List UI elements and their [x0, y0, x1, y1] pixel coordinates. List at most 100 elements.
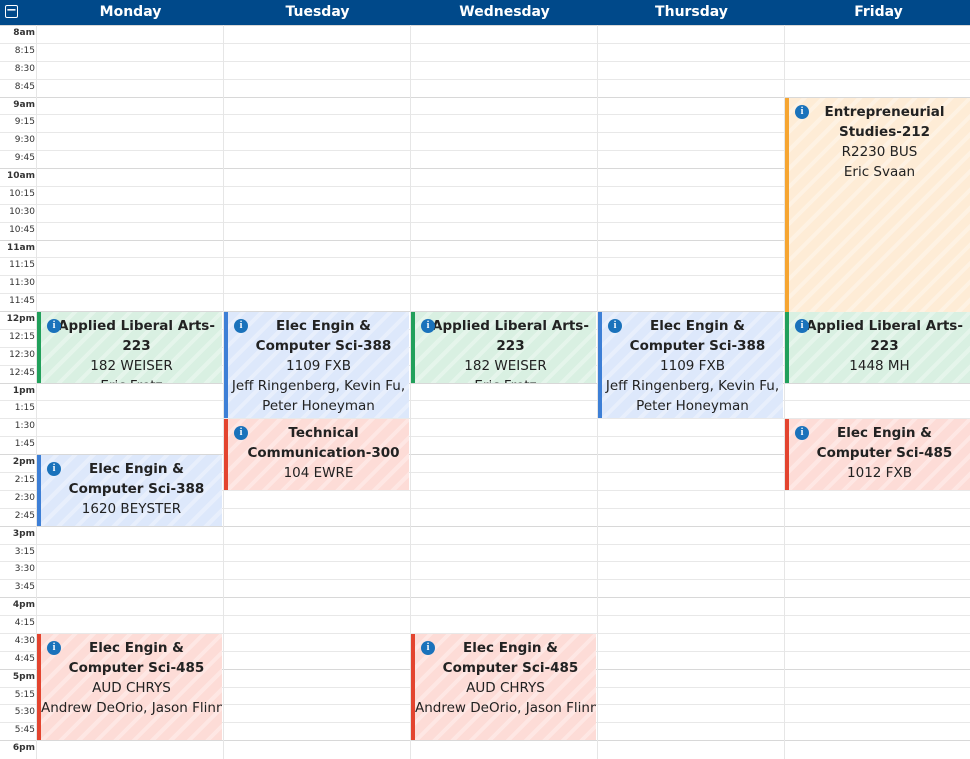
time-label: 5:45	[14, 725, 35, 735]
info-icon[interactable]: i	[795, 426, 809, 440]
info-icon[interactable]: i	[47, 319, 61, 333]
course-instructors: Eric Svaan	[843, 164, 916, 180]
weekly-schedule: − Monday Tuesday Wednesday Thursday Friday 8…	[0, 0, 970, 759]
time-label: 10:30	[9, 207, 35, 217]
time-label: 11:45	[9, 296, 35, 306]
day-header-wednesday: Wednesday	[459, 4, 550, 20]
time-label: 4pm	[12, 600, 35, 610]
grid-line	[0, 597, 970, 598]
time-label: 5pm	[12, 672, 35, 682]
course-event[interactable]: i Applied Liberal Arts-223 1448 MH	[785, 312, 970, 383]
info-icon[interactable]: i	[234, 426, 248, 440]
time-label: 2:30	[14, 493, 35, 503]
course-title: Technical Communication-300	[247, 425, 400, 461]
time-label: 2pm	[12, 457, 35, 467]
course-title: Elec Engin & Computer Sci-388	[255, 318, 392, 354]
time-label: 1:45	[14, 439, 35, 449]
info-icon[interactable]: i	[608, 319, 622, 333]
time-label: 9:30	[14, 135, 35, 145]
course-event[interactable]: i Entrepreneurial Studies-212 R2230 BUS Eri…	[785, 98, 970, 312]
course-instructors: Andrew DeOrio, Jason Flinn	[41, 700, 222, 716]
grid-line	[0, 561, 970, 562]
time-label: 3:45	[14, 582, 35, 592]
course-location: 1109 FXB	[286, 358, 351, 374]
course-location: 182 WEISER	[464, 358, 547, 374]
grid-line	[0, 25, 970, 26]
course-location: 1012 FXB	[847, 465, 912, 481]
course-instructors: Jeff Ringenberg, Kevin Fu,	[231, 378, 406, 394]
time-label: 1:15	[14, 403, 35, 413]
course-event[interactable]: i Elec Engin & Computer Sci-388 1620 BEYST…	[37, 455, 222, 526]
grid-line	[0, 400, 970, 401]
time-label: 12pm	[6, 314, 35, 324]
grid-line	[0, 615, 970, 616]
course-instructors: Andrew DeOrio, Jason Flinn	[415, 700, 596, 716]
time-label: 3pm	[12, 529, 35, 539]
course-event[interactable]: i Elec Engin & Computer Sci-485 AUD CHRYS A…	[411, 634, 596, 740]
course-location: 104 EWRE	[283, 465, 354, 481]
time-label: 8am	[13, 28, 35, 38]
course-location: AUD CHRYS	[466, 680, 545, 696]
info-icon[interactable]: i	[795, 105, 809, 119]
time-label: 3:30	[14, 564, 35, 574]
course-location: 1620 BEYSTER	[81, 501, 182, 517]
course-title: Elec Engin & Computer Sci-485	[442, 640, 579, 676]
time-label: 1pm	[12, 386, 35, 396]
grid-line	[0, 61, 970, 62]
grid-line	[0, 579, 970, 580]
grid-line	[0, 544, 970, 545]
course-instructors: Peter Honeyman	[636, 398, 749, 414]
day-header-friday: Friday	[854, 4, 903, 20]
time-label: 5:15	[14, 690, 35, 700]
course-title: Elec Engin & Computer Sci-485	[68, 640, 205, 676]
info-icon[interactable]: i	[421, 641, 435, 655]
info-icon[interactable]: i	[795, 319, 809, 333]
time-label: 8:30	[14, 64, 35, 74]
time-label: 10am	[7, 171, 35, 181]
collapse-icon[interactable]: −	[5, 4, 18, 18]
course-title: Elec Engin & Computer Sci-388	[629, 318, 766, 354]
grid-line	[0, 526, 970, 527]
time-label: 5:30	[14, 707, 35, 717]
course-event[interactable]: i Technical Communication-300 104 EWRE	[224, 419, 409, 490]
course-instructors: Eric Fretz	[415, 376, 596, 383]
course-location: 182 WEISER	[90, 358, 173, 374]
course-location: 1109 FXB	[660, 358, 725, 374]
time-label: 2:45	[14, 511, 35, 521]
course-title: Applied Liberal Arts-223	[432, 318, 589, 354]
course-instructors: Peter Honeyman	[262, 398, 375, 414]
course-event[interactable]: iApplied Liberal Arts-223 182 WEISER Eric …	[411, 312, 596, 383]
info-icon[interactable]: i	[47, 462, 61, 476]
time-label: 1:30	[14, 421, 35, 431]
time-label: 11:30	[9, 278, 35, 288]
time-label: 2:15	[14, 475, 35, 485]
course-event[interactable]: i Elec Engin & Computer Sci-485 1012 FXB	[785, 419, 970, 490]
time-label: 12:30	[9, 350, 35, 360]
course-title: Elec Engin & Computer Sci-485	[816, 425, 953, 461]
time-label: 3:15	[14, 547, 35, 557]
course-title: Entrepreneurial Studies-212	[824, 104, 945, 140]
time-label: 8:15	[14, 46, 35, 56]
course-event[interactable]: i Elec Engin & Computer Sci-485 AUD CHRYS A…	[37, 634, 222, 740]
day-header-thursday: Thursday	[655, 4, 728, 20]
course-instructors: Jeff Ringenberg, Kevin Fu,	[605, 378, 780, 394]
time-label: 11am	[7, 243, 35, 253]
info-icon[interactable]: i	[421, 319, 435, 333]
course-location: R2230 BUS	[841, 144, 918, 160]
grid-line	[0, 79, 970, 80]
info-icon[interactable]: i	[47, 641, 61, 655]
time-label: 4:15	[14, 618, 35, 628]
time-label: 10:45	[9, 225, 35, 235]
day-header-tuesday: Tuesday	[285, 4, 350, 20]
time-label: 9:15	[14, 117, 35, 127]
time-label: 4:30	[14, 636, 35, 646]
info-icon[interactable]: i	[234, 319, 248, 333]
course-event[interactable]: iApplied Liberal Arts-223 182 WEISER Eric …	[37, 312, 222, 383]
course-instructors: Eric Fretz	[41, 376, 222, 383]
time-label: 9:45	[14, 153, 35, 163]
course-event[interactable]: i Elec Engin & Computer Sci-388 1109 FXB Je…	[598, 312, 783, 418]
course-location: 1448 MH	[849, 358, 910, 374]
grid-line	[0, 383, 970, 384]
course-event[interactable]: i Elec Engin & Computer Sci-388 1109 FXB Je…	[224, 312, 409, 418]
course-title: Elec Engin & Computer Sci-388	[68, 461, 205, 497]
